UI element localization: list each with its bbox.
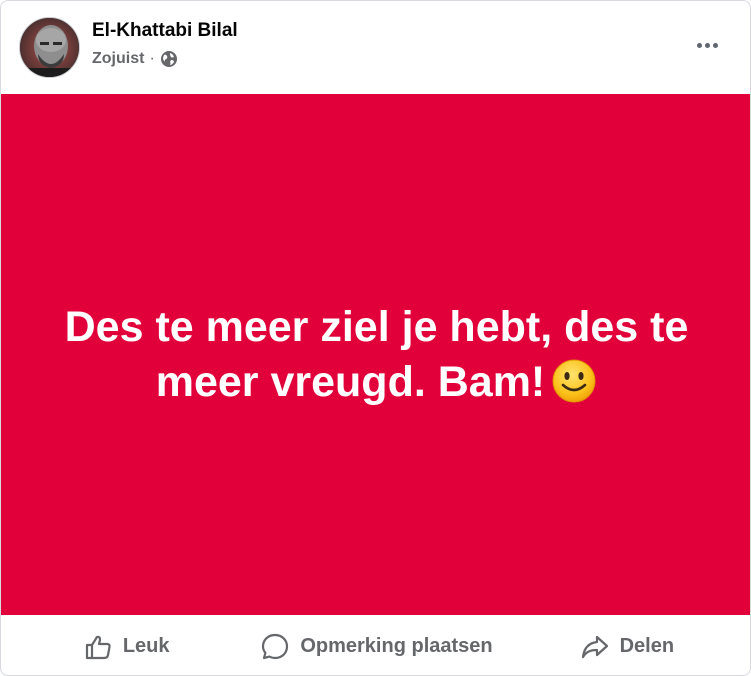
- comment-button[interactable]: Opmerking plaatsen: [251, 616, 501, 675]
- more-dot: [696, 42, 702, 48]
- slightly-smiling-face-icon: [551, 358, 597, 404]
- share-button[interactable]: Delen: [502, 616, 750, 675]
- thumbs-up-icon: [83, 632, 113, 662]
- share-label: Delen: [619, 635, 675, 657]
- post-header: El-Khattabi Bilal Zojuist ·: [1, 1, 750, 94]
- like-button[interactable]: Leuk: [1, 616, 251, 675]
- post-actions-bar: Leuk Opmerking plaatsen Delen: [1, 615, 750, 675]
- author-avatar[interactable]: [19, 17, 80, 78]
- post-card: El-Khattabi Bilal Zojuist · Des te meer …: [0, 0, 751, 676]
- comment-label: Opmerking plaatsen: [300, 635, 493, 657]
- comment-icon: [260, 632, 290, 662]
- more-options-icon[interactable]: [687, 29, 727, 61]
- post-meta: Zojuist ·: [92, 49, 178, 69]
- like-label: Leuk: [122, 635, 170, 657]
- post-background: Des te meer ziel je hebt, des te meer vr…: [1, 94, 750, 615]
- share-arrow-icon: [580, 632, 610, 662]
- more-dot: [704, 42, 710, 48]
- post-text-block: Des te meer ziel je hebt, des te meer vr…: [32, 300, 722, 410]
- avatar-photo: [20, 18, 79, 77]
- post-timestamp[interactable]: Zojuist: [92, 50, 144, 68]
- author-name[interactable]: El-Khattabi Bilal: [92, 20, 238, 42]
- more-dot: [712, 42, 718, 48]
- meta-separator: ·: [149, 50, 155, 67]
- globe-icon[interactable]: [160, 50, 178, 68]
